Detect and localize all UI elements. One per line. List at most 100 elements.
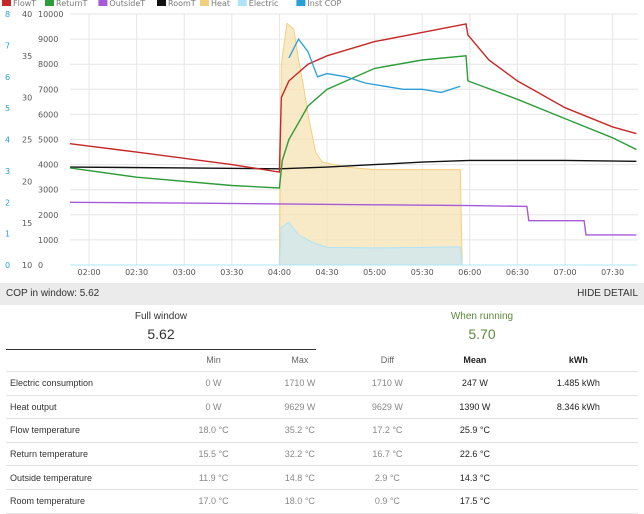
stats-header-mean: Mean [431, 349, 519, 372]
legend-swatch [2, 0, 11, 6]
stats-row: Electric consumption 0 W 1710 W 1710 W 247 W… [6, 371, 638, 396]
x-tick-label: 03:00 [173, 268, 196, 277]
stats-header-min: Min [171, 349, 257, 372]
stats-cell-min: 18.0 °C [171, 418, 257, 443]
stats-cell-diff: 0.9 °C [343, 489, 432, 514]
stats-cell-min: 17.0 °C [171, 489, 257, 514]
stats-cell-kwh [518, 489, 638, 514]
legend-label: Inst COP [307, 0, 341, 8]
power-tick-label: 10000 [38, 10, 63, 19]
when-running-value: 5.70 [468, 326, 496, 342]
legend-label: FlowT [13, 0, 36, 8]
legend-label: Heat [211, 0, 230, 8]
cop-tick-label: 6 [5, 73, 10, 82]
temp-tick-label: 35 [22, 52, 32, 61]
stats-row: Outside temperature 11.9 °C 14.8 °C 2.9 °C 1… [6, 465, 638, 490]
temp-tick-label: 30 [22, 94, 32, 103]
stats-cell-mean: 25.9 °C [431, 418, 519, 443]
when-running-summary: When running 5.70 [327, 311, 637, 342]
power-tick-label: 2000 [38, 211, 58, 220]
stats-header-row: Min Max Diff Mean kWh [6, 349, 638, 372]
stats-cell-kwh [518, 465, 638, 490]
cop-tick-label: 8 [5, 10, 10, 19]
cop-tick-label: 5 [5, 104, 10, 113]
stats-cell-name: Heat output [6, 395, 171, 420]
x-tick-label: 04:30 [315, 268, 338, 277]
power-tick-label: 7000 [38, 85, 58, 94]
temp-tick-label: 25 [22, 136, 32, 145]
power-tick-label: 9000 [38, 35, 58, 44]
stats-cell-diff: 9629 W [343, 395, 432, 420]
stats-table: Min Max Diff Mean kWh Electric consumpti… [6, 349, 638, 514]
legend-swatch [98, 0, 108, 6]
stats-cell-max: 9629 W [256, 395, 344, 420]
stats-cell-mean: 17.5 °C [431, 489, 519, 514]
cop-value: 5.62 [79, 288, 100, 299]
stats-cell-min: 11.9 °C [171, 465, 257, 490]
cop-tick-label: 0 [5, 261, 10, 270]
stats-cell-name: Return temperature [6, 442, 171, 467]
stats-cell-mean: 1390 W [431, 395, 519, 420]
x-tick-label: 03:30 [220, 268, 243, 277]
stats-cell-name: Outside temperature [6, 465, 171, 490]
stats-header-max: Max [256, 349, 344, 372]
full-window-value: 5.62 [147, 326, 175, 342]
power-tick-label: 5000 [38, 136, 58, 145]
chart-svg: 0100020003000400050006000700080009000100… [2, 0, 638, 277]
stats-cell-max: 32.2 °C [256, 442, 344, 467]
stats-cell-name: Flow temperature [6, 418, 171, 443]
legend-swatch [237, 0, 247, 6]
power-tick-label: 0 [38, 261, 43, 270]
cop-tick-label: 1 [5, 230, 10, 239]
stats-cell-kwh: 8.346 kWh [518, 395, 638, 420]
temp-tick-label: 40 [22, 10, 32, 19]
legend-swatch [296, 0, 306, 6]
hide-detail-button[interactable]: HIDE DETAIL [577, 288, 638, 299]
power-tick-label: 3000 [38, 186, 58, 195]
legend-label: RoomT [168, 0, 196, 8]
stats-row: Return temperature 15.5 °C 32.2 °C 16.7 °C 2… [6, 442, 638, 467]
x-tick-label: 06:30 [506, 268, 529, 277]
stats-cell-kwh [518, 418, 638, 443]
power-tick-label: 8000 [38, 60, 58, 69]
heatpump-chart[interactable]: 0 1000 2000 3000 4000 5000 6000 7000 8000 9000 100… [0, 0, 644, 283]
full-window-label: Full window [134, 311, 188, 322]
stats-cell-kwh [518, 442, 638, 467]
stats-cell-min: 15.5 °C [171, 442, 257, 467]
when-running-label: When running [450, 311, 514, 322]
temp-tick-label: 10 [22, 261, 32, 270]
stats-cell-max: 18.0 °C [256, 489, 344, 514]
x-tick-label: 07:00 [553, 268, 576, 277]
stats-cell-name: Room temperature [6, 489, 171, 514]
legend-swatch [45, 0, 54, 6]
x-tick-label: 02:30 [125, 268, 148, 277]
stats-body: Electric consumption 0 W 1710 W 1710 W 247 W… [6, 371, 638, 514]
cop-label-wrap: COP in window: 5.62 [6, 288, 99, 299]
full-window-summary: Full window 5.62 [6, 311, 316, 350]
stats-cell-min: 0 W [171, 395, 257, 420]
stats-cell-diff: 1710 W [343, 371, 432, 396]
x-tick-label: 04:00 [268, 268, 291, 277]
stats-cell-mean: 247 W [431, 371, 519, 396]
legend-label: Electric [249, 0, 279, 8]
x-tick-label: 05:00 [363, 268, 386, 277]
x-tick-label: 05:30 [411, 268, 434, 277]
stats-cell-kwh: 1.485 kWh [518, 371, 638, 396]
power-tick-label: 6000 [38, 110, 58, 119]
cop-tick-label: 4 [5, 136, 10, 145]
stats-cell-mean: 14.3 °C [431, 465, 519, 490]
cop-tick-label: 3 [5, 167, 10, 176]
stats-cell-mean: 22.6 °C [431, 442, 519, 467]
temp-tick-label: 15 [22, 219, 32, 228]
stats-cell-max: 14.8 °C [256, 465, 344, 490]
stats-header-name [6, 349, 171, 372]
cop-summary: Full window 5.62 When running 5.70 [0, 305, 644, 350]
power-tick-label: 4000 [38, 161, 58, 170]
stats-header-kwh: kWh [518, 349, 638, 372]
stats-cell-max: 35.2 °C [256, 418, 344, 443]
stats-row: Heat output 0 W 9629 W 9629 W 1390 W 8.346 kW… [6, 395, 638, 420]
cop-tick-label: 2 [5, 198, 10, 207]
stats-cell-min: 0 W [171, 371, 257, 396]
legend-label: OutsideT [109, 0, 145, 8]
stats-cell-diff: 2.9 °C [343, 465, 432, 490]
